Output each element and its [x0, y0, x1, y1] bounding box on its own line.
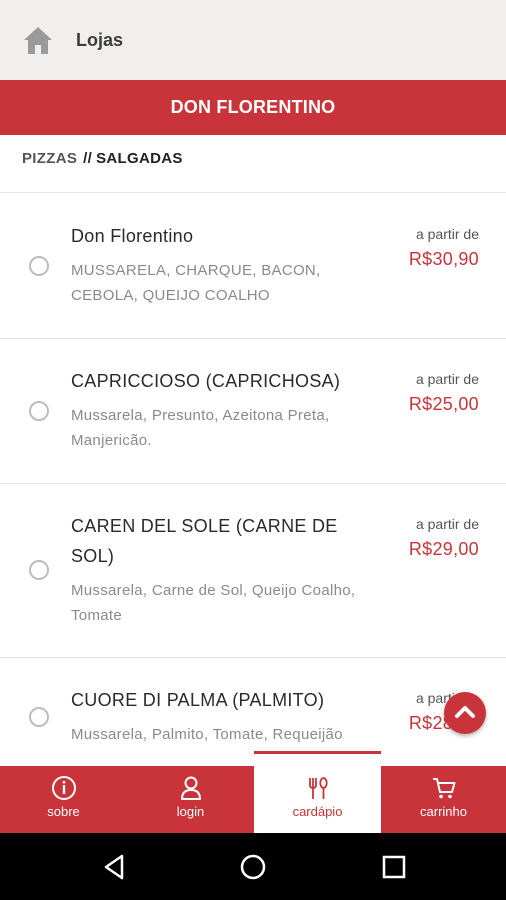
back-icon[interactable] — [98, 851, 130, 883]
tab-label: carrinho — [420, 804, 467, 819]
item-name: CUORE DI PALMA (PALMITO) — [71, 690, 325, 710]
top-bar: Lojas — [0, 0, 506, 80]
breadcrumb-category[interactable]: PIZZAS — [22, 150, 77, 167]
recents-icon[interactable] — [378, 851, 410, 883]
item-name: CAREN DEL SOLE (CARNE DE SOL) — [71, 516, 338, 566]
system-navigation-bar — [0, 833, 506, 900]
select-radio[interactable] — [29, 401, 49, 421]
select-radio[interactable] — [29, 707, 49, 727]
tab-label: sobre — [47, 804, 80, 819]
info-icon — [51, 776, 76, 800]
item-price: R$30,90 — [408, 249, 479, 269]
item-name: Don Florentino — [71, 226, 194, 246]
list-item[interactable]: CUORE DI PALMA (PALMITO) Mussarela, Palm… — [0, 658, 506, 766]
list-item[interactable]: Don Florentino MUSSARELA, CHARQUE, BACON… — [0, 193, 506, 339]
home-icon[interactable] — [22, 24, 54, 56]
chevron-up-icon — [455, 706, 475, 718]
store-name: DON FLORENTINO — [170, 97, 336, 117]
item-name: CAPRICCIOSO (CAPRICHOSA) — [71, 371, 341, 391]
breadcrumb-subcategory: SALGADAS — [96, 150, 183, 167]
item-description: Mussarela, Presunto, Azeitona Preta, Man… — [71, 407, 330, 449]
item-description: MUSSARELA, CHARQUE, BACON, CEBOLA, QUEIJ… — [71, 262, 321, 304]
list-item[interactable]: CAREN DEL SOLE (CARNE DE SOL) Mussarela,… — [0, 484, 506, 658]
price-from-label: a partir de — [415, 371, 479, 387]
cart-icon — [432, 778, 455, 799]
item-price: R$29,00 — [408, 539, 479, 559]
product-list[interactable]: Don Florentino MUSSARELA, CHARQUE, BACON… — [0, 193, 506, 766]
breadcrumb: PIZZAS //SALGADAS — [22, 150, 183, 167]
price-from-label: a partir de — [415, 226, 479, 242]
select-radio[interactable] — [29, 256, 49, 276]
list-item[interactable]: CAPRICCIOSO (CAPRICHOSA) Mussarela, Pres… — [0, 339, 506, 484]
tab-cardapio[interactable]: cardápio — [254, 751, 381, 833]
tab-login[interactable]: login — [127, 766, 254, 833]
bottom-tab-bar: sobre login cardápio carrinho — [0, 751, 506, 833]
price-from-label: a partir de — [415, 516, 479, 532]
tab-sobre[interactable]: sobre — [0, 766, 127, 833]
select-radio[interactable] — [29, 560, 49, 580]
home-circle-icon[interactable] — [237, 851, 269, 883]
item-description: Mussarela, Palmito, Tomate, Requeijão — [71, 726, 343, 743]
page-title: Lojas — [76, 30, 124, 50]
tab-carrinho[interactable]: carrinho — [381, 766, 506, 833]
scroll-to-top-button[interactable] — [444, 692, 486, 734]
item-price: R$25,00 — [408, 394, 479, 414]
tab-label: cardápio — [292, 804, 343, 819]
item-description: Mussarela, Carne de Sol, Queijo Coalho, … — [71, 582, 356, 624]
tab-label: login — [176, 804, 205, 819]
cutlery-icon — [308, 777, 328, 799]
user-icon — [180, 776, 201, 800]
store-name-bar: DON FLORENTINO — [0, 80, 506, 135]
breadcrumb-separator: // — [83, 150, 93, 167]
